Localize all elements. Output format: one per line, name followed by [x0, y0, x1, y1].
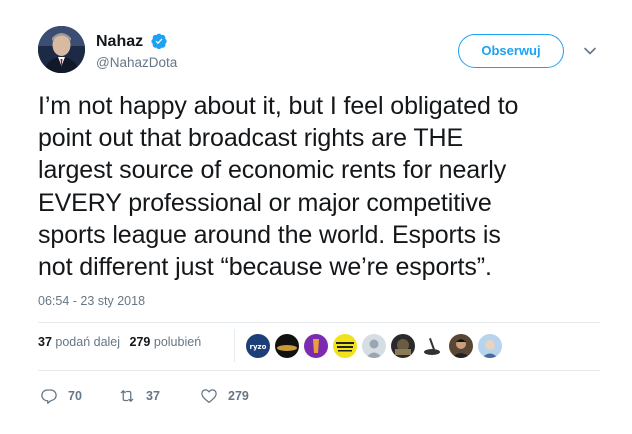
like-count: 279: [129, 335, 151, 349]
author-avatar[interactable]: [38, 26, 85, 73]
liker-avatar-joystick[interactable]: [420, 334, 444, 358]
tweet-text-line: largest source of economic rents for nea…: [38, 156, 507, 185]
reply-button[interactable]: 70: [40, 386, 82, 406]
retweet-action-count: 37: [146, 389, 160, 403]
tweet-timestamp[interactable]: 06:54 - 23 sty 2018: [38, 294, 145, 308]
liker-avatar-yellow-sticker[interactable]: [333, 334, 357, 358]
author-display-name[interactable]: Nahaz: [96, 32, 143, 52]
tweet-header: Nahaz @NahazDota Obserwuj: [38, 26, 608, 80]
retweet-button[interactable]: 37: [118, 386, 160, 406]
tweet-text-line: EVERY professional or major competitive: [38, 188, 492, 217]
like-label: polubień: [153, 335, 202, 349]
liker-avatar-dark[interactable]: [275, 334, 299, 358]
divider: [38, 322, 600, 323]
liker-avatar-photo[interactable]: [391, 334, 415, 358]
reply-count: 70: [68, 389, 82, 403]
divider: [38, 370, 600, 371]
liker-avatar-person[interactable]: [449, 334, 473, 358]
like-button[interactable]: 279: [200, 386, 249, 406]
retweet-icon: [120, 390, 134, 402]
liker-avatar-purple[interactable]: [304, 334, 328, 358]
liker-avatar-ryzo-label: ryzo: [250, 343, 267, 351]
retweet-label: podań dalej: [55, 335, 121, 349]
liker-avatar-ryzo[interactable]: ryzo: [246, 334, 270, 358]
tweet-stats: 37 podań dalej 279 polubień: [38, 335, 207, 349]
verified-badge-icon: [150, 33, 167, 49]
tweet-text: I’m not happy about it, but I feel oblig…: [38, 90, 608, 283]
like-action-count: 279: [228, 389, 249, 403]
retweet-count: 37: [38, 335, 52, 349]
chevron-down-icon[interactable]: [583, 44, 597, 58]
follow-button[interactable]: Obserwuj: [458, 34, 564, 68]
like-stat[interactable]: 279 polubień: [130, 335, 202, 349]
tweet-text-line: sports league around the world. Esports …: [38, 220, 501, 249]
heart-icon: [201, 389, 217, 404]
tweet-text-line: point out that broadcast rights are THE: [38, 124, 464, 153]
stats-separator: [234, 329, 235, 362]
liker-avatar-blue[interactable]: [478, 334, 502, 358]
tweet-text-line: not different just “because we’re esport…: [38, 253, 492, 282]
liker-avatar-default[interactable]: [362, 334, 386, 358]
author-handle[interactable]: @NahazDota: [96, 54, 177, 72]
retweet-stat[interactable]: 37 podań dalej: [38, 335, 120, 349]
tweet-text-line: I’m not happy about it, but I feel oblig…: [38, 92, 519, 120]
reply-icon: [41, 389, 57, 404]
